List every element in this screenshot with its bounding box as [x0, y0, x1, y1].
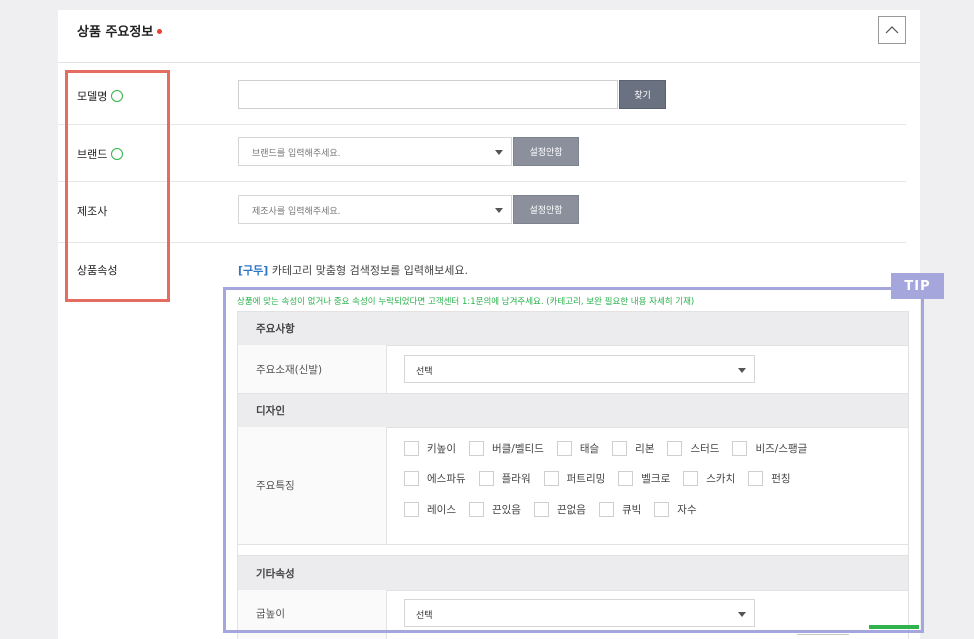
model-input[interactable] [238, 80, 618, 109]
green-accent-bar [869, 625, 919, 629]
section-title-text: 상품 주요정보 [77, 25, 154, 40]
section-title: 상품 주요정보 [77, 21, 163, 40]
brand-row: 브랜드 브랜드를 입력해주세요. 설정안함 [58, 124, 906, 182]
tip-badge: TIP [891, 273, 944, 299]
model-row: 모델명 찾기 [58, 62, 906, 125]
required-dot-icon [157, 29, 163, 34]
required-fields-highlight [65, 70, 170, 302]
collapse-button[interactable] [878, 16, 906, 44]
category-tag: [구두] [238, 264, 269, 277]
brand-select[interactable]: 브랜드를 입력해주세요. [238, 137, 512, 166]
tip-highlight-frame [223, 287, 924, 633]
divider [797, 634, 849, 635]
attributes-guide: [구두] 카테고리 맞춤형 검색정보를 입력해보세요. [238, 262, 468, 278]
maker-select[interactable]: 제조사를 입력해주세요. [238, 195, 512, 224]
maker-setting-button[interactable]: 설정안함 [513, 195, 579, 224]
brand-setting-button[interactable]: 설정안함 [513, 137, 579, 166]
caret-down-icon [495, 208, 503, 213]
maker-placeholder: 제조사를 입력해주세요. [252, 207, 341, 217]
model-search-button[interactable]: 찾기 [619, 80, 666, 109]
guide-text: 카테고리 맞춤형 검색정보를 입력해보세요. [268, 264, 468, 277]
section-header: 상품 주요정보 [58, 10, 920, 63]
brand-placeholder: 브랜드를 입력해주세요. [252, 149, 341, 159]
caret-down-icon [495, 150, 503, 155]
chevron-up-icon [885, 26, 899, 34]
maker-row: 제조사 제조사를 입력해주세요. 설정안함 [58, 181, 906, 243]
